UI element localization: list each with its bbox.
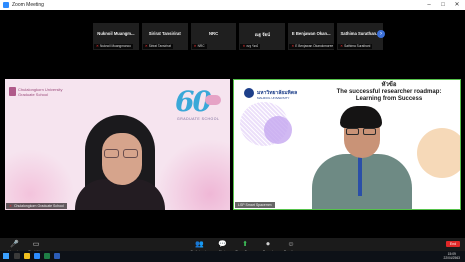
clock-date: 22/04/2563 (443, 256, 460, 260)
participant-name: Nuknoil Muangm... (97, 31, 135, 36)
glasses-icon (123, 149, 138, 158)
muted-mic-icon: ✕ (340, 44, 344, 48)
muted-mic-icon: ✕ (144, 44, 148, 48)
file-explorer-icon[interactable] (24, 253, 30, 259)
minimize-button[interactable]: – (422, 0, 436, 10)
participant-tag: ✕ Sirirat Tansirirat (142, 44, 173, 49)
glasses-icon (104, 149, 119, 158)
participant-name: E Benjawan Okan... (291, 31, 331, 36)
school-name: Graduate School (18, 92, 49, 97)
search-icon[interactable] (14, 253, 20, 259)
participant-tag: ✕ Nuknoil Muangmonoo (94, 44, 133, 49)
slide-title: หัวข้อ The successful researcher roadmap… (320, 82, 458, 103)
window-title: Zoom Meeting (12, 2, 44, 8)
slide-title-line: หัวข้อ (381, 82, 397, 88)
participant-tag: ✕ Sathima Surathani (338, 44, 373, 49)
muted-mic-icon: ✕ (242, 44, 246, 48)
video-label: LSP Smart Spacemm (235, 202, 275, 208)
video-camera-icon: ▭ (32, 241, 40, 248)
anniversary-badge-icon (205, 95, 221, 105)
org-subtitle: MAHIDOL UNIVERSITY (257, 96, 290, 100)
record-icon: ⏺ (266, 241, 270, 248)
os-taskbar: 15:09 22/04/2563 (0, 251, 465, 262)
participants-icon: 👥 (195, 241, 204, 248)
chat-icon: 💬 (218, 241, 227, 248)
crest-icon (9, 87, 16, 96)
background-swirl (155, 139, 230, 210)
participant-name: ณฐ รัตน์ (254, 32, 270, 37)
muted-mic-icon: ✕ (9, 204, 12, 208)
participant-tile[interactable]: Nuknoil Muangm... ✕ Nuknoil Muangmonoo (93, 23, 139, 50)
windows-start-icon[interactable] (3, 253, 9, 259)
glasses-icon (363, 128, 376, 135)
participant-name: Sirirat Tansirirat (148, 31, 181, 36)
participant-tag: ✕ E Benjawan Okanokmoree (289, 44, 336, 49)
participant-tile[interactable]: Sathima Surathan... ✕ Sathima Surathani (337, 23, 383, 50)
word-icon[interactable] (54, 253, 60, 259)
background-shape (417, 128, 460, 178)
participant-name: NRC (209, 31, 219, 36)
participant-tag: ✕ NRC (191, 44, 207, 49)
background-shape (264, 116, 292, 144)
slide-title-line: Learning from Success (355, 96, 423, 102)
speaker-face (102, 133, 142, 185)
speaker-body (312, 154, 412, 209)
background-swirl (5, 149, 75, 210)
video-pane-right[interactable]: มหาวิทยาลัยมหิดล MAHIDOL UNIVERSITY หัวข… (233, 79, 461, 210)
muted-mic-icon: ✕ (193, 44, 197, 48)
close-button[interactable]: ✕ (450, 0, 464, 10)
video-pane-left[interactable]: Chulalongkorn University Graduate School… (5, 79, 230, 210)
taskbar-clock[interactable]: 15:09 22/04/2563 (443, 252, 460, 260)
excel-icon[interactable] (44, 253, 50, 259)
speaker-hair (340, 106, 382, 128)
end-meeting-button[interactable]: End (446, 241, 460, 247)
participant-tag: ✕ ณฐ รัตน์ (240, 44, 260, 49)
anniversary-subtitle: GRADUATE SCHOOL (177, 117, 220, 121)
slide-title-line: The successful researcher roadmap: (336, 89, 442, 95)
microphone-icon: 🎤 (10, 241, 19, 248)
lanyard (358, 156, 362, 196)
share-screen-icon: ⬆ (242, 241, 248, 248)
title-bar: Zoom Meeting – □ ✕ (0, 0, 465, 10)
participant-tile[interactable]: NRC ✕ NRC (190, 23, 237, 50)
participant-strip: Nuknoil Muangm... ✕ Nuknoil Muangmonoo Si… (93, 23, 383, 50)
participant-tile[interactable]: Sirirat Tansirirat ✕ Sirirat Tansirirat (141, 23, 188, 50)
maximize-button[interactable]: □ (436, 0, 450, 10)
mahidol-logo-icon (244, 88, 254, 98)
university-logo: Chulalongkorn University Graduate School (9, 87, 62, 97)
zoom-logo-icon (3, 2, 9, 8)
zoom-app-icon[interactable] (34, 253, 40, 259)
glasses-icon (346, 128, 359, 135)
video-label: ✕ Chulalongkorn Graduate School (6, 203, 67, 209)
participant-tile[interactable]: ณฐ รัตน์ ✕ ณฐ รัตน์ (239, 23, 286, 50)
reactions-icon: ☺ (287, 241, 295, 248)
muted-mic-icon: ✕ (96, 44, 99, 48)
next-page-icon[interactable]: › (377, 30, 385, 38)
muted-mic-icon: ✕ (291, 44, 295, 48)
participant-tile[interactable]: E Benjawan Okan... ✕ E Benjawan Okanokmor… (288, 23, 336, 50)
